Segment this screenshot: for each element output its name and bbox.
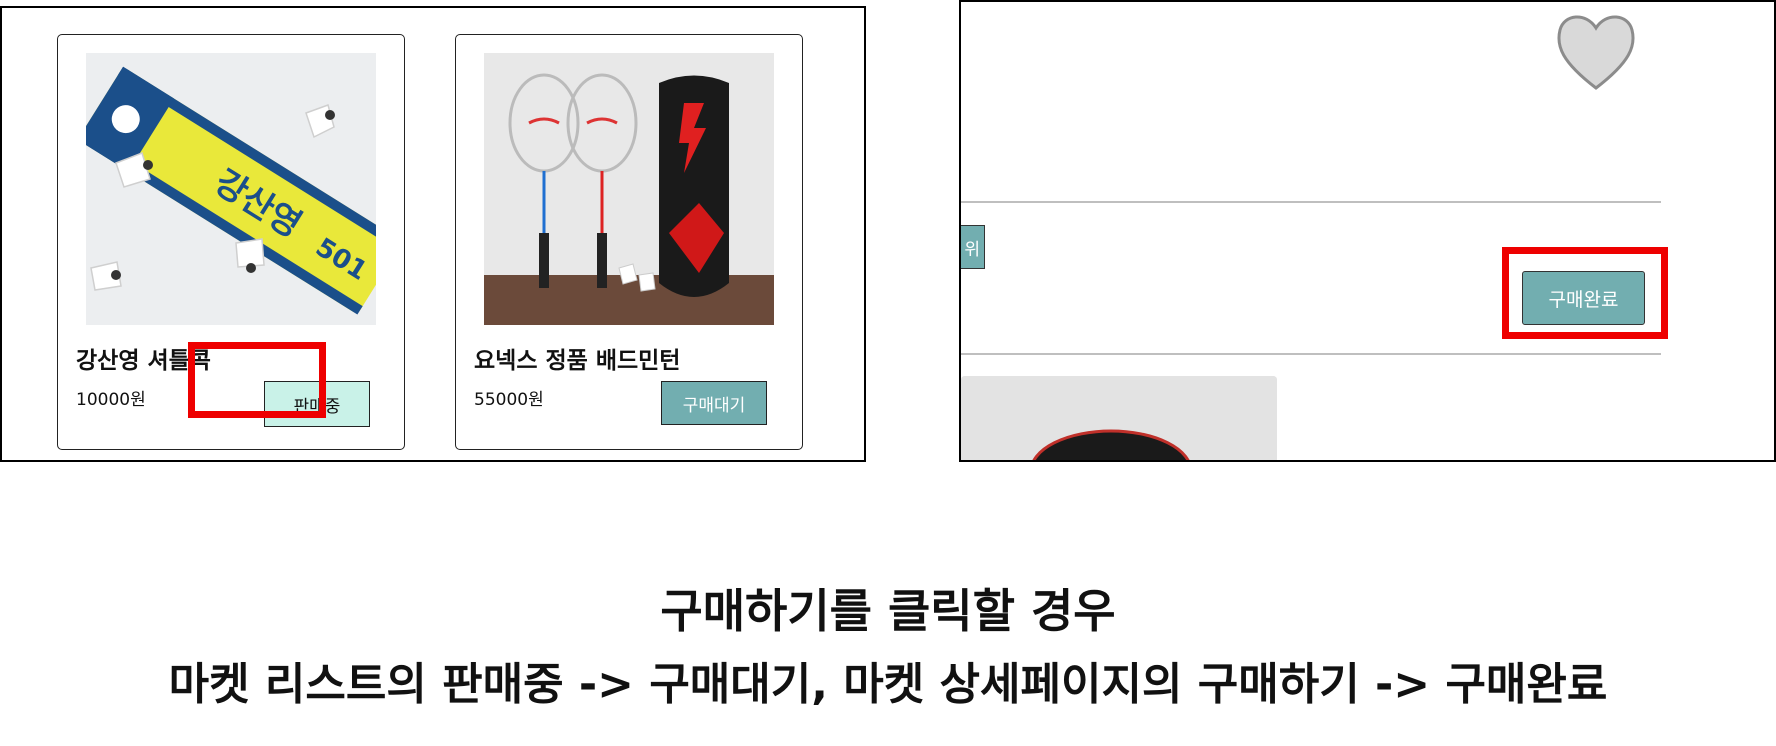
market-detail-panel: 위 구매완료 xyxy=(959,0,1776,462)
caption-line-1: 구매하기를 클릭할 경우 xyxy=(660,584,1116,638)
product-card[interactable]: 요넥스 정품 배드민턴 55000원 구매대기 xyxy=(455,34,803,450)
status-button-on-sale[interactable]: 판매중 xyxy=(264,381,370,427)
market-list-panel: 강산영 501 강산영 셔틀콕 10000원 판매중 요넥스 정품 배드민턴 5… xyxy=(0,6,866,462)
product-image-badminton-racket xyxy=(484,53,774,325)
product-price: 55000원 xyxy=(474,390,544,410)
cropped-button[interactable]: 위 xyxy=(961,225,985,269)
heart-outline-icon[interactable] xyxy=(1556,10,1636,94)
caption-line-2: 마켓 리스트의 판매중 -> 구매대기, 마켓 상세페이지의 구매하기 -> 구… xyxy=(168,659,1608,710)
product-price: 10000원 xyxy=(76,390,146,410)
product-title: 강산영 셔틀콕 xyxy=(76,348,211,374)
divider xyxy=(961,201,1661,203)
product-image-shuttlecock: 강산영 501 xyxy=(86,53,376,325)
divider xyxy=(961,353,1661,355)
purchase-complete-button[interactable]: 구매완료 xyxy=(1522,271,1645,325)
product-title: 요넥스 정품 배드민턴 xyxy=(474,348,681,374)
status-button-pending[interactable]: 구매대기 xyxy=(661,381,767,425)
product-card[interactable]: 강산영 501 강산영 셔틀콕 10000원 판매중 xyxy=(57,34,405,450)
product-detail-image xyxy=(961,376,1277,460)
